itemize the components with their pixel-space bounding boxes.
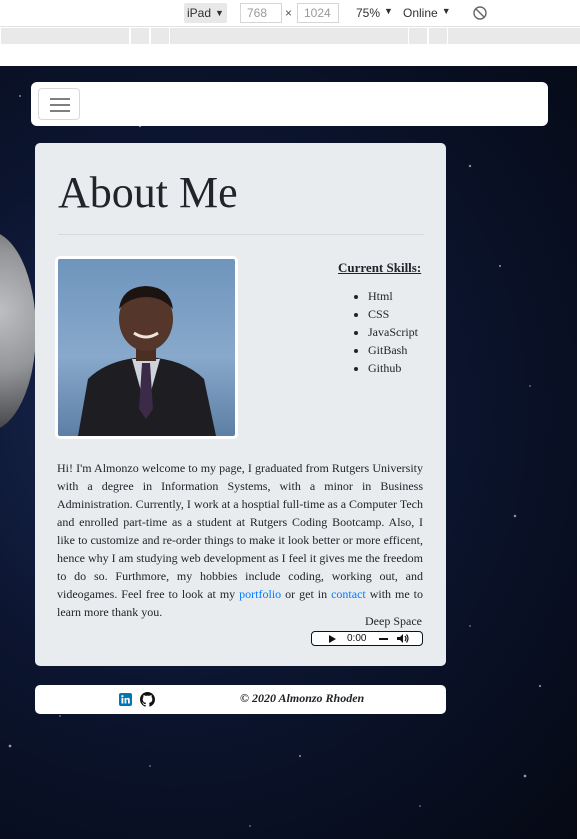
dimension-separator: × <box>285 6 293 20</box>
device-select[interactable]: iPad ▼ <box>184 3 227 23</box>
zoom-label: 75% <box>356 6 381 20</box>
bio-paragraph: Hi! I'm Almonzo welcome to my page, I gr… <box>57 459 423 621</box>
audio-time: 0:00 <box>347 633 367 644</box>
navbar <box>31 82 548 126</box>
media-query-segment[interactable] <box>130 28 150 44</box>
skill-item: JavaScript <box>368 325 418 343</box>
github-icon[interactable] <box>140 692 155 707</box>
audio-title: Deep Space <box>365 614 422 628</box>
page-viewport: About Me Current Skills: Htm <box>0 66 577 839</box>
profile-photo <box>55 256 238 439</box>
devtools-toolbar: iPad ▼ 768 × 1024 75% ▼ Online ▼ <box>0 0 580 27</box>
skills-list: Html CSS JavaScript GitBash Github <box>368 289 418 379</box>
linkedin-icon[interactable] <box>119 693 132 706</box>
volume-icon[interactable] <box>396 633 410 644</box>
media-query-segment[interactable] <box>428 28 448 44</box>
chevron-down-icon: ▼ <box>441 6 451 16</box>
divider <box>58 234 424 235</box>
audio-player: 0:00 <box>311 631 423 646</box>
portfolio-link[interactable]: portfolio <box>239 587 281 601</box>
skills-heading: Current Skills: <box>338 260 422 275</box>
skill-item: CSS <box>368 307 418 325</box>
audio-progress-slider[interactable] <box>379 638 388 640</box>
hamburger-menu-button[interactable] <box>38 88 80 120</box>
page-title: About Me <box>58 168 238 217</box>
bio-text: or get in <box>281 587 332 601</box>
contact-link[interactable]: contact <box>331 587 366 601</box>
media-query-segment[interactable] <box>408 28 428 44</box>
rotate-icon[interactable] <box>472 5 488 21</box>
bio-text: Hi! I'm Almonzo welcome to my page, I gr… <box>57 461 423 601</box>
width-input[interactable]: 768 <box>240 3 282 23</box>
about-card: About Me Current Skills: Htm <box>35 143 446 666</box>
skill-item: Github <box>368 361 418 379</box>
chevron-down-icon: ▼ <box>215 8 224 18</box>
zoom-select[interactable]: 75% ▼ <box>356 6 393 20</box>
footer: © 2020 Almonzo Rhoden <box>35 685 446 714</box>
chevron-down-icon: ▼ <box>384 6 393 16</box>
copyright-text: © 2020 Almonzo Rhoden <box>240 691 365 705</box>
device-label: iPad <box>187 6 212 20</box>
play-icon[interactable] <box>329 635 336 643</box>
media-query-bar <box>0 28 580 44</box>
height-input[interactable]: 1024 <box>297 3 339 23</box>
skill-item: GitBash <box>368 343 418 361</box>
media-query-segment[interactable] <box>0 28 130 44</box>
throttling-select[interactable]: Online ▼ <box>403 6 451 20</box>
skill-item: Html <box>368 289 418 307</box>
media-query-segment[interactable] <box>150 28 170 44</box>
moon-background <box>0 231 36 431</box>
throttling-label: Online <box>403 6 438 20</box>
